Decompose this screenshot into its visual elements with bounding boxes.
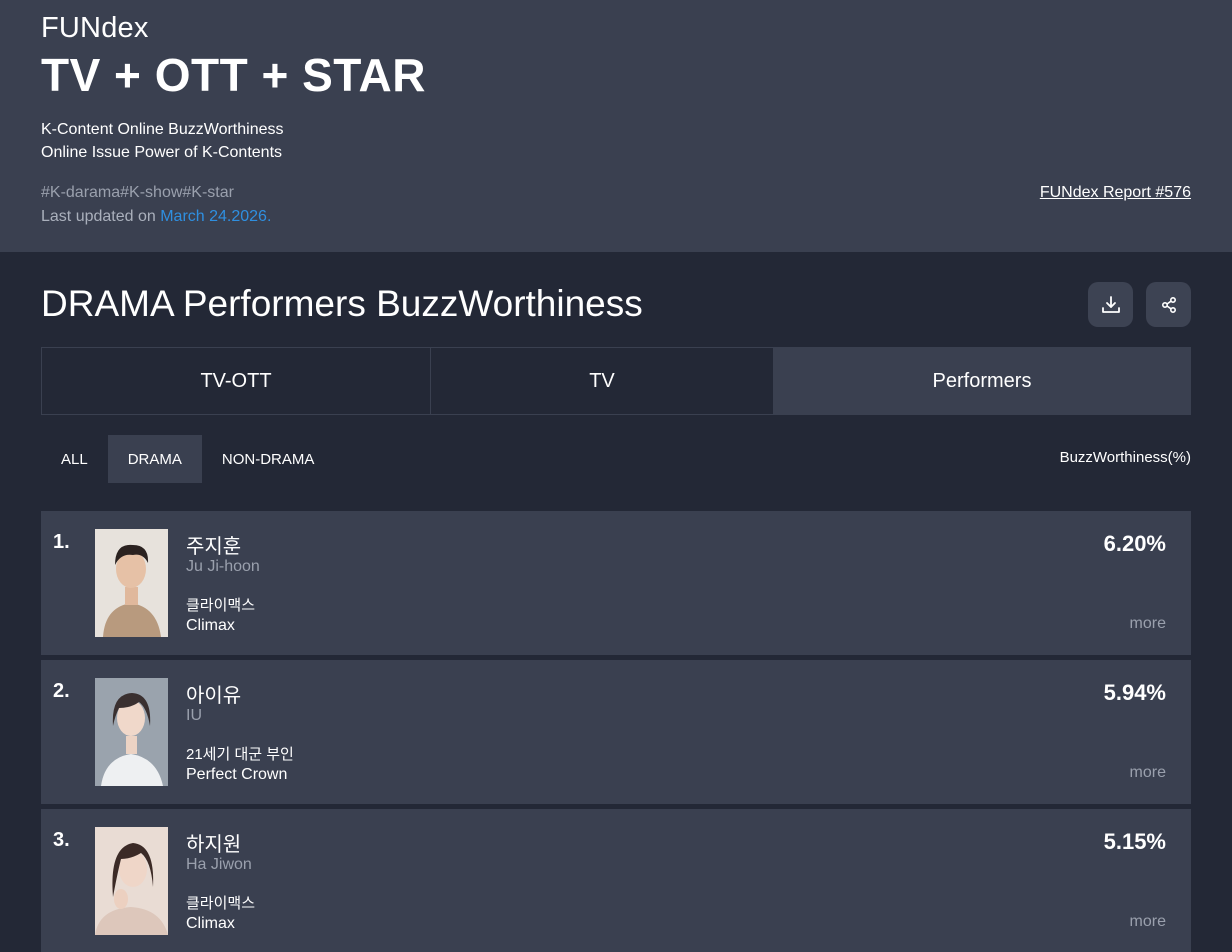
performer-name-korean: 주지훈: [186, 536, 242, 558]
list-item[interactable]: 2. 아이유 IU 21세기 대군 부인 Perfect Crown 5.94%…: [41, 660, 1191, 804]
share-icon: [1161, 296, 1176, 313]
list-item[interactable]: 3. 하지원 Ha Jiwon 클라이맥스 Climax 5.15% more: [41, 809, 1191, 952]
performer-photo: [95, 827, 168, 935]
buzz-percentage: 5.94%: [1103, 680, 1166, 705]
show-title-english: Climax: [186, 915, 235, 932]
description-line-1: K-Content Online BuzzWorthiness: [41, 121, 284, 138]
tab-tv-ott[interactable]: TV-OTT: [42, 348, 431, 414]
download-icon: [1101, 295, 1120, 313]
rank-number: 2.: [53, 680, 70, 702]
last-updated-label: Last updated on: [41, 208, 161, 225]
hashtags: #K-darama#K-show#K-star: [41, 184, 234, 201]
performer-name-korean: 하지원: [186, 834, 242, 856]
show-title-korean: 21세기 대군 부인: [186, 746, 294, 763]
performer-name-english: Ha Jiwon: [186, 856, 252, 873]
description-line-2: Online Issue Power of K-Contents: [41, 144, 283, 161]
filter-all[interactable]: ALL: [41, 435, 108, 483]
performer-list: 1. 주지훈 Ju Ji-hoon 클라이맥스 Climax 6.20% mor…: [41, 511, 1191, 952]
filter-non-drama[interactable]: NON-DRAMA: [202, 435, 335, 483]
section-title: DRAMA Performers BuzzWorthiness: [41, 283, 643, 324]
performer-photo: [95, 529, 168, 637]
column-header-buzzworthiness: BuzzWorthiness(%): [1059, 449, 1191, 466]
genre-filters: ALL DRAMA NON-DRAMA: [41, 435, 334, 483]
show-title-english: Climax: [186, 617, 235, 634]
performer-name-korean: 아이유: [186, 685, 242, 707]
performer-photo: [95, 678, 168, 786]
page-headline: TV + OTT + STAR: [41, 49, 426, 101]
show-title-korean: 클라이맥스: [186, 597, 256, 614]
page-header: FUNdex TV + OTT + STAR K-Content Online …: [0, 0, 1232, 252]
category-tabs: TV-OTT TV Performers: [41, 347, 1191, 415]
show-title-english: Perfect Crown: [186, 766, 288, 783]
performer-name-english: IU: [186, 707, 202, 724]
performer-name-english: Ju Ji-hoon: [186, 558, 260, 575]
share-button[interactable]: [1146, 282, 1191, 327]
tab-performers[interactable]: Performers: [774, 348, 1190, 414]
buzz-percentage: 5.15%: [1103, 829, 1166, 854]
rank-number: 1.: [53, 531, 70, 553]
filter-drama[interactable]: DRAMA: [107, 435, 202, 483]
tab-tv[interactable]: TV: [431, 348, 774, 414]
rank-number: 3.: [53, 829, 70, 851]
brand-name: FUNdex: [41, 12, 149, 44]
last-updated: Last updated on March 24.2026.: [41, 208, 271, 226]
last-updated-date: March 24.2026.: [160, 208, 272, 225]
more-link[interactable]: more: [1130, 913, 1166, 931]
list-item[interactable]: 1. 주지훈 Ju Ji-hoon 클라이맥스 Climax 6.20% mor…: [41, 511, 1191, 655]
buzz-percentage: 6.20%: [1103, 531, 1166, 556]
show-title-korean: 클라이맥스: [186, 895, 256, 912]
more-link[interactable]: more: [1130, 764, 1166, 782]
download-button[interactable]: [1088, 282, 1133, 327]
more-link[interactable]: more: [1130, 615, 1166, 633]
report-link[interactable]: FUNdex Report #576: [1040, 184, 1191, 202]
